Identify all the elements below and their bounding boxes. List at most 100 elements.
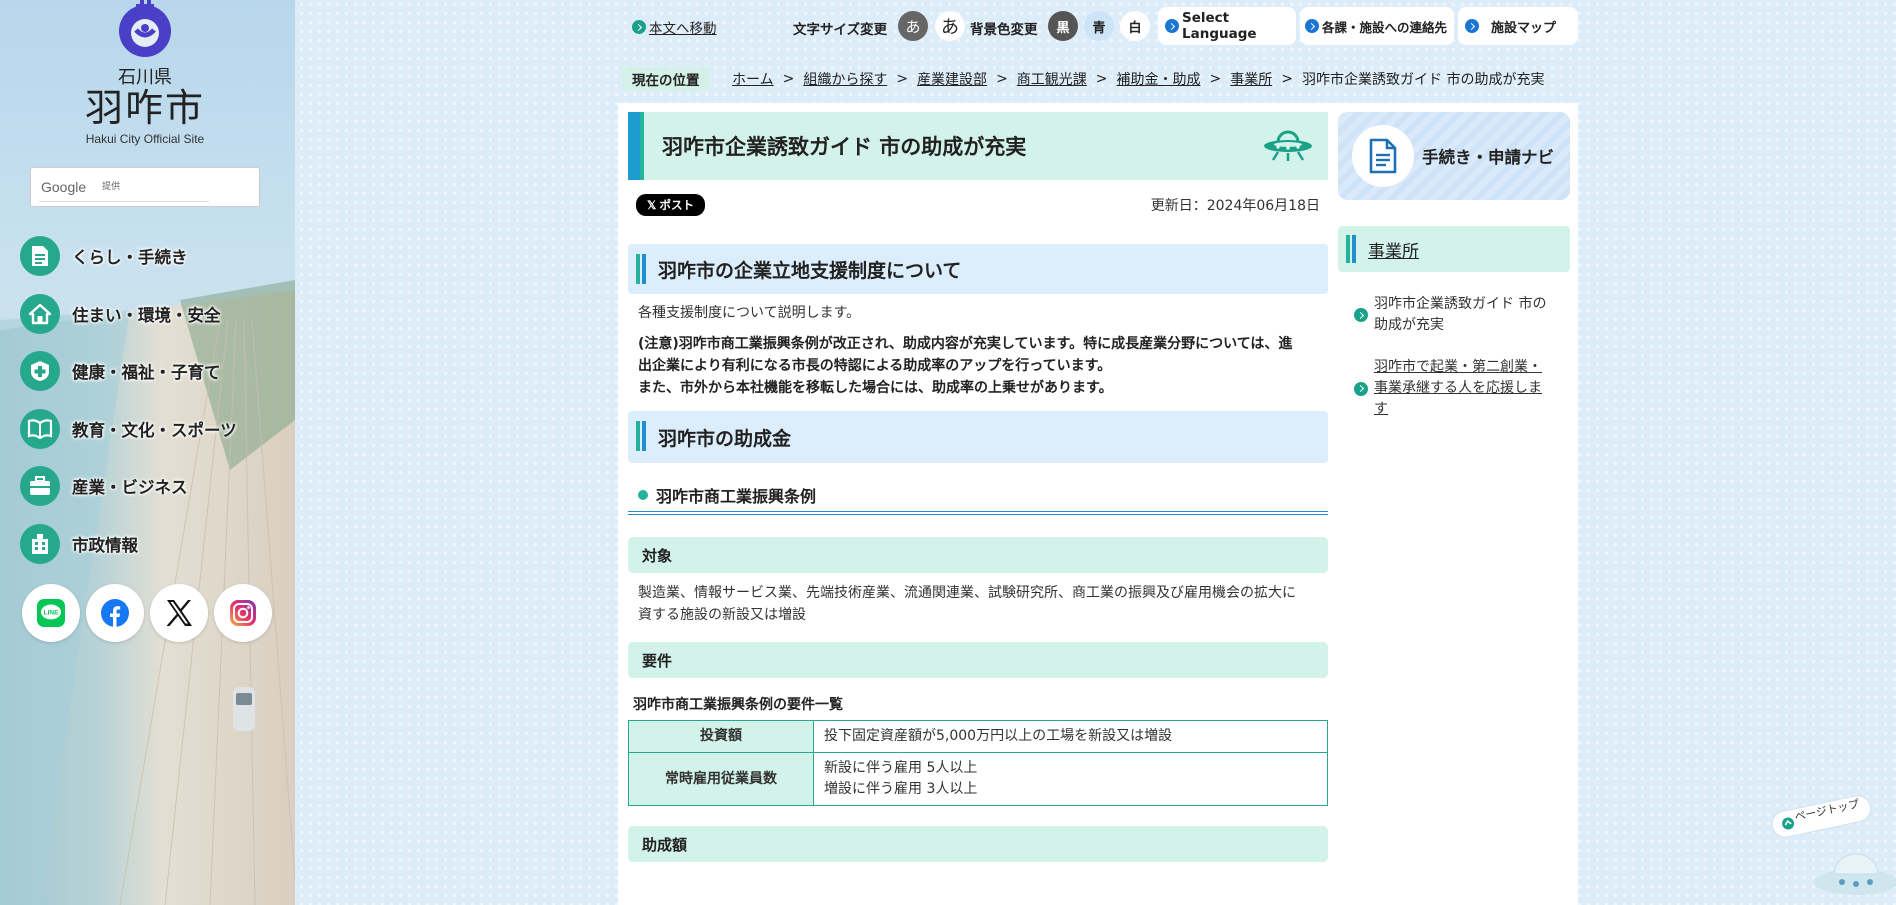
requirements-table: 投資額 投下固定資産額が5,000万円以上の工場を新設又は増設 常時雇用従業員数…: [628, 720, 1328, 806]
breadcrumb-link[interactable]: 産業建設部: [917, 69, 987, 89]
x-post-button[interactable]: 𝕏 ポスト: [636, 194, 705, 216]
breadcrumb-separator: >: [896, 71, 909, 87]
target-paragraph: 製造業、情報サービス業、先端技術産業、流通関連業、試験研究所、商工業の振興及び雇…: [628, 582, 1328, 626]
side-section-heading[interactable]: 事業所: [1338, 226, 1570, 272]
social-links: LINE: [22, 584, 272, 642]
sidebar-nav: くらし・手続き 住まい・環境・安全 健康・福祉・子育て 教育・文化・スポーツ 産…: [20, 236, 237, 581]
bg-black-button[interactable]: 黒: [1048, 11, 1078, 41]
sidebar-item-housing[interactable]: 住まい・環境・安全: [20, 293, 237, 334]
procedure-navi-button[interactable]: 手続き・申請ナビ: [1338, 112, 1570, 200]
sidebar-item-label: 住まい・環境・安全: [72, 305, 221, 325]
side-link-line: 助成が充実: [1374, 317, 1444, 333]
ufo-icon: [1264, 130, 1312, 161]
navi-circle: [1352, 125, 1414, 187]
breadcrumb-separator: >: [996, 71, 1008, 87]
article-meta: 𝕏 ポスト 更新日：2024年06月18日: [628, 190, 1328, 220]
document-icon: [1369, 138, 1397, 174]
side-link-item[interactable]: 羽咋市で起業・第二創業・ 事業承継する人を応援しま す: [1354, 357, 1554, 420]
medical-icon: [20, 351, 60, 391]
sidebar-item-label: 健康・福祉・子育て: [72, 363, 221, 382]
page-title: 羽咋市企業誘致ガイド 市の助成が充実: [628, 112, 1328, 180]
font-size-large-button[interactable]: あ: [935, 11, 965, 41]
side-link-line: 羽咋市企業誘致ガイド 市の: [1374, 296, 1547, 312]
sidebar-item-education[interactable]: 教育・文化・スポーツ: [20, 408, 237, 449]
table-cell: 投下固定資産額が5,000万円以上の工場を新設又は増設: [813, 720, 1328, 753]
building-icon: [20, 523, 60, 564]
briefcase-icon: [20, 466, 60, 506]
contacts-button[interactable]: 各課・施設への連絡先: [1300, 7, 1454, 45]
table-header-cell: 投資額: [628, 720, 814, 753]
target-line: 資する施設の新設又は増設: [638, 607, 806, 623]
sidebar-item-label: 市政情報: [72, 535, 138, 555]
table-cell-line: 新設に伴う雇用 5人以上: [824, 760, 978, 776]
font-size-standard-button[interactable]: あ: [898, 11, 928, 41]
city-emblem-icon: [119, 0, 171, 57]
side-link-text: 羽咋市で起業・第二創業・ 事業承継する人を応援しま す: [1374, 357, 1554, 420]
arrow-circle-icon: [1354, 381, 1368, 396]
select-language-button[interactable]: Select Language: [1158, 7, 1296, 45]
target-heading: 対象: [628, 537, 1328, 573]
breadcrumb: ホーム > 組織から探す > 産業建設部 > 商工観光課 > 補助金・助成 > 事業所 > …: [732, 69, 1544, 89]
search-brand: Google: [41, 179, 87, 195]
font-size-label: 文字サイズ変更: [793, 22, 888, 38]
arrow-circle-icon: [1165, 19, 1179, 33]
sidebar-item-label: 産業・ビジネス: [72, 478, 188, 497]
notice-paragraph: (注意)羽咋市商工業振興条例が改正され、助成内容が充実しています。特に成長産業分…: [628, 333, 1328, 399]
sidebar-item-business[interactable]: 産業・ビジネス: [20, 466, 237, 506]
breadcrumb-link[interactable]: 補助金・助成: [1117, 69, 1201, 89]
bg-white-button[interactable]: 白: [1120, 11, 1150, 41]
breadcrumb-separator: >: [1209, 71, 1222, 87]
skip-to-content-link[interactable]: 本文へ移動: [632, 17, 717, 37]
breadcrumb-link[interactable]: ホーム: [732, 69, 774, 89]
table-row: 常時雇用従業員数 新設に伴う雇用 5人以上 増設に伴う雇用 3人以上: [628, 752, 1328, 806]
breadcrumb-link[interactable]: 商工観光課: [1017, 69, 1087, 89]
sidebar-item-life[interactable]: くらし・手続き: [20, 236, 237, 276]
city-name: 羽咋市: [84, 86, 205, 130]
x-icon[interactable]: [150, 584, 208, 642]
table-cell: 新設に伴う雇用 5人以上 増設に伴う雇用 3人以上: [813, 752, 1328, 806]
site-english-name: Hakui City Official Site: [85, 131, 205, 146]
breadcrumb-link[interactable]: 事業所: [1230, 69, 1272, 89]
breadcrumb-separator: >: [782, 71, 795, 87]
page-top-button[interactable]: ページトップ: [1768, 790, 1896, 905]
table-cell-line: 増設に伴う雇用 3人以上: [824, 781, 978, 797]
facility-map-button[interactable]: 施設マップ: [1458, 7, 1578, 45]
background-color-label: 背景色変更: [970, 22, 1038, 38]
updated-date: 更新日：2024年06月18日: [1150, 198, 1320, 214]
sidebar-item-label: 教育・文化・スポーツ: [72, 420, 237, 440]
section-heading: 羽咋市の助成金: [628, 411, 1328, 463]
line-icon[interactable]: LINE: [22, 584, 80, 642]
document-icon: [20, 236, 60, 276]
bg-blue-button[interactable]: 青: [1084, 11, 1114, 41]
arrow-circle-icon: [632, 20, 646, 34]
arrow-circle-icon: [1354, 308, 1368, 322]
breadcrumb-separator: >: [1281, 71, 1293, 87]
table-row: 投資額 投下固定資産額が5,000万円以上の工場を新設又は増設: [628, 720, 1328, 753]
side-link-line: 事業承継する人を応援しま: [1374, 380, 1542, 396]
select-language-label: Select Language: [1182, 10, 1257, 42]
section-heading: 羽咋市の企業立地支援制度について: [628, 244, 1328, 294]
sidebar-item-health[interactable]: 健康・福祉・子育て: [20, 351, 237, 391]
sidebar-item-city-government[interactable]: 市政情報: [20, 523, 237, 564]
search-underline: [39, 201, 209, 202]
instagram-icon[interactable]: [214, 584, 272, 642]
breadcrumb-link[interactable]: 組織から探す: [803, 69, 887, 89]
sidebar: 石川県 羽咋市 Hakui City Official Site Google …: [0, 0, 295, 905]
table-cell-line: 投下固定資産額が5,000万円以上の工場を新設又は増設: [824, 728, 1173, 744]
side-link-line: す: [1374, 401, 1388, 417]
facility-map-label: 施設マップ: [1491, 20, 1557, 36]
site-logo[interactable]: 石川県 羽咋市 Hakui City Official Site: [60, 0, 230, 146]
notice-line: 出企業により有利になる市長の特認による助成率のアップを行っています。: [638, 358, 1112, 374]
notice-line: また、市外から本社機能を移転した場合には、助成率の上乗せがあります。: [638, 380, 1113, 396]
breadcrumb-separator: >: [1095, 71, 1108, 87]
sidebar-item-label: くらし・手続き: [72, 248, 188, 267]
search-input[interactable]: Google 提供: [30, 167, 260, 207]
section-intro: 各種支援制度について説明します。: [638, 305, 861, 321]
breadcrumb-current: 羽咋市企業誘致ガイド 市の助成が充実: [1302, 72, 1545, 88]
facebook-icon[interactable]: [86, 584, 144, 642]
contacts-label: 各課・施設への連絡先: [1322, 19, 1448, 35]
svg-text:LINE: LINE: [44, 610, 59, 617]
table-header-cell: 常時雇用従業員数: [628, 752, 814, 806]
side-link-item[interactable]: 羽咋市企業誘致ガイド 市の 助成が充実: [1354, 294, 1554, 336]
notice-line: (注意)羽咋市商工業振興条例が改正され、助成内容が充実しています。特に成長産業分…: [638, 336, 1293, 352]
